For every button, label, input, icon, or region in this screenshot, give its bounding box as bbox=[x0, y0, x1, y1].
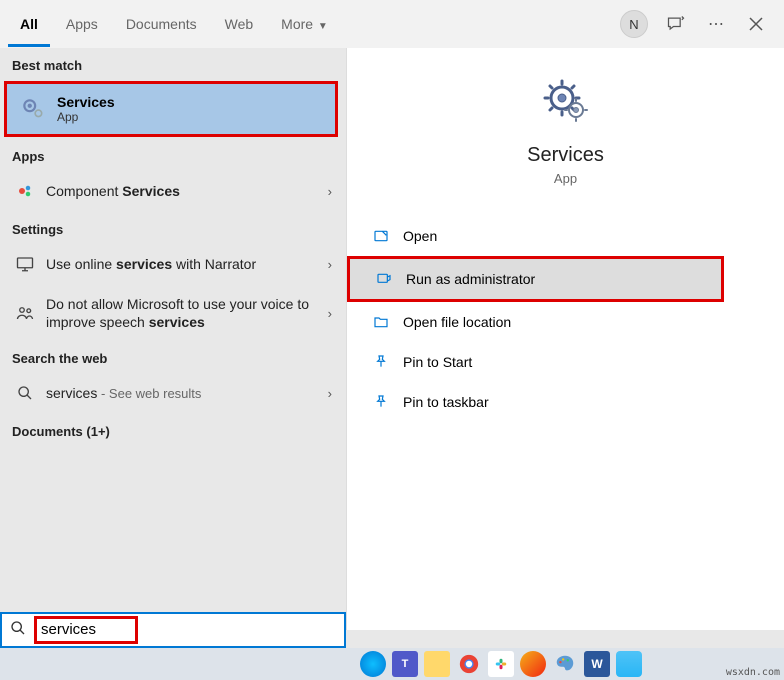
best-match-item[interactable]: Services App bbox=[4, 81, 338, 137]
action-open[interactable]: Open bbox=[347, 216, 784, 256]
filter-tabs: All Apps Documents Web More ▼ bbox=[8, 2, 340, 47]
app-component-services[interactable]: Component Services › bbox=[0, 170, 346, 212]
taskbar-edge-icon[interactable] bbox=[360, 651, 386, 677]
section-best-match: Best match bbox=[0, 48, 346, 79]
section-web: Search the web bbox=[0, 341, 346, 372]
top-tab-bar: All Apps Documents Web More ▼ N ⋯ bbox=[0, 0, 784, 48]
chevron-right-icon: › bbox=[328, 386, 332, 401]
search-input[interactable] bbox=[41, 621, 131, 638]
action-run-as-admin[interactable]: Run as administrator bbox=[347, 256, 724, 302]
folder-icon bbox=[371, 312, 391, 332]
taskbar-word-icon[interactable]: W bbox=[584, 651, 610, 677]
shield-icon bbox=[374, 269, 394, 289]
tab-more[interactable]: More ▼ bbox=[269, 2, 340, 47]
web-result-services[interactable]: services - See web results › bbox=[0, 372, 346, 414]
services-gear-icon bbox=[19, 95, 47, 123]
action-pin-to-taskbar[interactable]: Pin to taskbar bbox=[347, 382, 784, 422]
user-avatar[interactable]: N bbox=[620, 10, 648, 38]
pin-taskbar-icon bbox=[371, 392, 391, 412]
pin-start-icon bbox=[371, 352, 391, 372]
taskbar: T W bbox=[0, 648, 784, 680]
tab-apps[interactable]: Apps bbox=[54, 2, 110, 47]
taskbar-browser-icon[interactable] bbox=[616, 651, 642, 677]
tab-web[interactable]: Web bbox=[213, 2, 266, 47]
action-pin-to-start[interactable]: Pin to Start bbox=[347, 342, 784, 382]
search-icon bbox=[14, 382, 36, 404]
preview-title: Services bbox=[527, 144, 604, 167]
preview-pane: Services App Open Run as administrator O… bbox=[346, 48, 784, 630]
taskbar-teams-icon[interactable]: T bbox=[392, 651, 418, 677]
people-icon bbox=[14, 302, 36, 324]
tab-all[interactable]: All bbox=[8, 2, 50, 47]
chevron-right-icon: › bbox=[328, 184, 332, 199]
monitor-icon bbox=[14, 253, 36, 275]
best-match-subtitle: App bbox=[57, 110, 115, 124]
watermark: wsxdn.com bbox=[726, 667, 780, 678]
taskbar-app-icon[interactable] bbox=[520, 651, 546, 677]
preview-actions: Open Run as administrator Open file loca… bbox=[347, 216, 784, 422]
search-icon bbox=[10, 620, 26, 641]
chevron-down-icon: ▼ bbox=[315, 21, 328, 32]
setting-narrator-services[interactable]: Use online services with Narrator › bbox=[0, 243, 346, 285]
taskbar-chrome-icon[interactable] bbox=[456, 651, 482, 677]
search-bar[interactable] bbox=[0, 612, 346, 648]
section-settings: Settings bbox=[0, 212, 346, 243]
chevron-right-icon: › bbox=[328, 306, 332, 321]
best-match-title: Services bbox=[57, 94, 115, 110]
section-apps: Apps bbox=[0, 139, 346, 170]
action-open-file-location[interactable]: Open file location bbox=[347, 302, 784, 342]
chevron-right-icon: › bbox=[328, 257, 332, 272]
preview-services-icon bbox=[542, 78, 590, 126]
more-icon[interactable]: ⋯ bbox=[704, 12, 728, 36]
tab-documents[interactable]: Documents bbox=[114, 2, 209, 47]
component-services-icon bbox=[14, 180, 36, 202]
taskbar-slack-icon[interactable] bbox=[488, 651, 514, 677]
close-icon[interactable] bbox=[744, 12, 768, 36]
feedback-icon[interactable] bbox=[664, 12, 688, 36]
setting-speech-services[interactable]: Do not allow Microsoft to use your voice… bbox=[0, 285, 346, 341]
results-pane: Best match Services App Apps Component S… bbox=[0, 48, 346, 630]
section-documents[interactable]: Documents (1+) bbox=[0, 414, 346, 445]
open-icon bbox=[371, 226, 391, 246]
taskbar-paint-icon[interactable] bbox=[552, 651, 578, 677]
preview-subtitle: App bbox=[554, 171, 577, 186]
taskbar-explorer-icon[interactable] bbox=[424, 651, 450, 677]
